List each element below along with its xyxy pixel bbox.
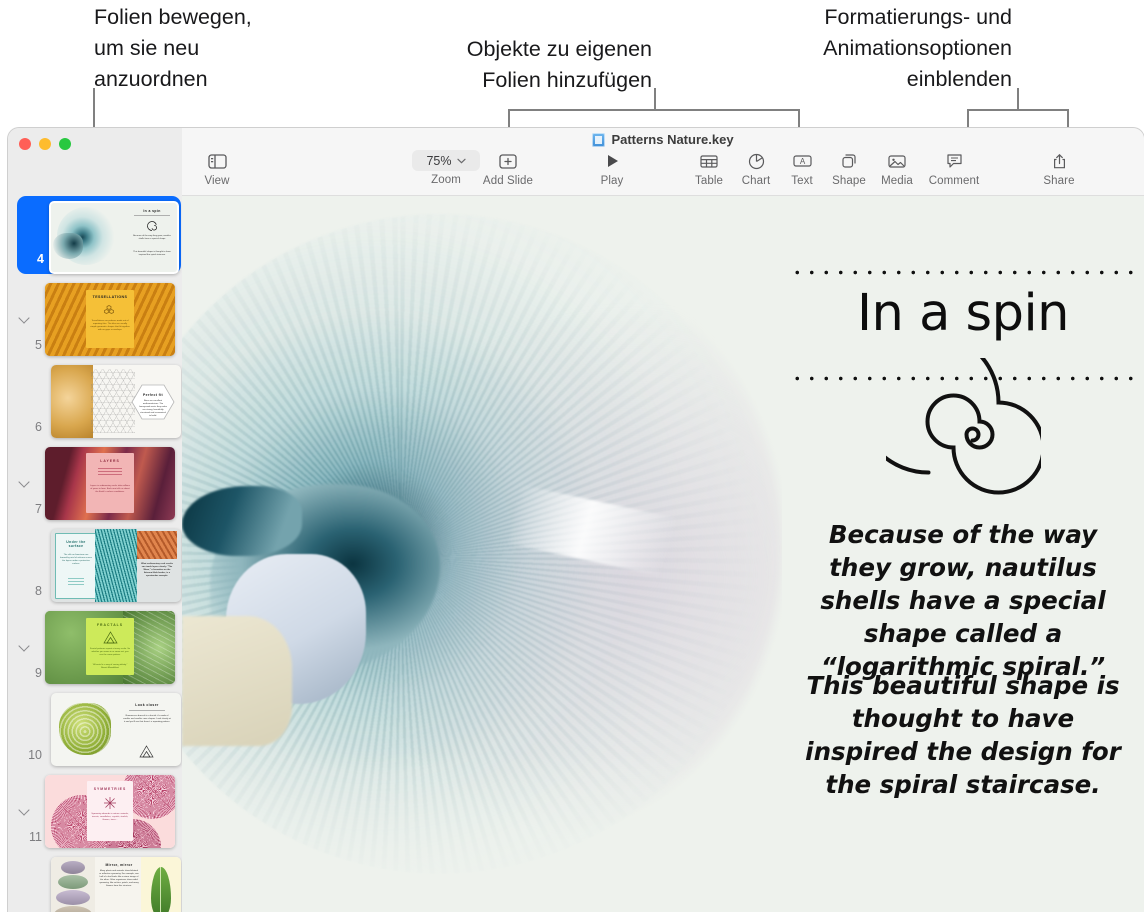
slide-number: 6 [16, 420, 42, 434]
toolbar-play-button[interactable]: Play [577, 150, 647, 187]
document-title: Patterns Nature.key [611, 132, 733, 147]
toolbar-zoom-control[interactable]: 75% Zoom [409, 150, 483, 186]
slide-thumbnail[interactable]: LAYERS Layers in sedimentary rocks take … [45, 447, 175, 520]
window-title-bar: Patterns Nature.key [182, 132, 1144, 147]
navigator-slide-7[interactable]: 7 LAYERS Layers in sedimentary rocks tak… [8, 444, 182, 526]
toolbar-view-button[interactable]: View [182, 150, 252, 187]
toolbar-label: View [204, 175, 229, 187]
toolbar-label: Table [695, 175, 723, 187]
toolbar-comment-button[interactable]: Comment [919, 150, 989, 187]
current-slide[interactable]: In a spin Because of the way they grow, … [182, 196, 1144, 912]
navigator-slide-8[interactable]: 8 Under thesurface The sills on limeston… [8, 526, 182, 608]
speech-bubble-icon [946, 150, 963, 172]
slide-body-paragraph-2[interactable]: This beautiful shape is thought to have … [796, 669, 1130, 801]
slide-number: 5 [16, 338, 42, 352]
slide-title[interactable]: In a spin [782, 286, 1144, 342]
navigator-slide-12[interactable]: Mirror, mirror Many plants and animals s… [8, 854, 182, 912]
bracket-format-animate [967, 109, 1069, 129]
slide-thumbnail[interactable]: SYMMETRIES Symmetry abounds in nature: a… [45, 775, 175, 848]
minimize-button[interactable] [39, 138, 51, 150]
dotted-divider-top [790, 270, 1138, 275]
slide-thumbnail[interactable]: Look closer Romanesco broccoli is a frac… [51, 693, 181, 766]
keynote-window: 4 In a spin [8, 128, 1144, 912]
slide-thumbnail[interactable]: FRACTALS Fractal patterns repeat at ever… [45, 611, 175, 684]
slide-thumbnail[interactable]: Mirror, mirror Many plants and animals s… [51, 857, 181, 912]
shapes-icon [841, 150, 858, 172]
slide-thumbnail[interactable]: Under thesurface The sills on limestone … [51, 529, 181, 602]
slide-thumbnail[interactable]: Perfect fit Bees are excellent mathemati… [51, 365, 181, 438]
leader-line-format-animate [1017, 88, 1019, 110]
share-upload-icon [1052, 150, 1067, 172]
play-triangle-icon [605, 150, 620, 172]
nautilus-shell-photo[interactable] [182, 196, 782, 912]
slide-text-column[interactable]: In a spin Because of the way they grow, … [782, 196, 1144, 912]
navigator-slide-4[interactable]: 4 In a spin [8, 196, 182, 278]
toolbar-label: Share [1043, 175, 1074, 187]
toolbar-format-button[interactable]: Format [1131, 150, 1144, 187]
navigator-slide-5[interactable]: 5 TESSELLATIONS Tessellations are patter… [8, 280, 182, 362]
toolbar-label: Zoom [431, 174, 461, 186]
slide-number: 9 [16, 666, 42, 680]
slide-navigator[interactable]: 4 In a spin [8, 128, 182, 912]
zoom-value: 75% [426, 154, 451, 168]
toolbar-label: Text [791, 175, 813, 187]
navigator-slide-10[interactable]: 10 Look closer Romanesco broccoli is a f… [8, 690, 182, 772]
chevron-down-icon[interactable] [18, 312, 32, 326]
thumb-title: In a spin [131, 209, 173, 213]
svg-text:A: A [799, 157, 805, 166]
slide-number: 7 [16, 502, 42, 516]
slide-thumbnail[interactable]: TESSELLATIONS Tessellations are patterns… [45, 283, 175, 356]
toolbar-label: Add Slide [483, 175, 533, 187]
close-button[interactable] [19, 138, 31, 150]
bracket-add-objects [508, 109, 800, 129]
callout-format-animate: Formatierungs- und Animationsoptionen ei… [700, 2, 1012, 95]
slide-number: 10 [12, 748, 42, 762]
chevron-down-icon [457, 158, 466, 164]
toolbar-share-button[interactable]: Share [1024, 150, 1094, 187]
text-box-icon: A [793, 150, 812, 172]
callout-reorder-slides: Folien bewegen, um sie neu anzuordnen [94, 2, 252, 95]
navigator-slide-6[interactable]: 6 Perfect fit Bees are excellent mathema… [8, 362, 182, 444]
navigator-slide-11[interactable]: 11 SYMMETRIES Symmetry [8, 772, 182, 854]
chevron-down-icon[interactable] [18, 640, 32, 654]
slide-thumbnail[interactable]: In a spin Because of the way they grow, … [49, 201, 179, 274]
leader-line-add-objects [654, 88, 656, 110]
toolbar-label: Play [601, 175, 624, 187]
slide-canvas[interactable]: In a spin Because of the way they grow, … [182, 196, 1144, 912]
slide-number: 8 [16, 584, 42, 598]
photo-icon [888, 150, 906, 172]
zoom-value-pill[interactable]: 75% [412, 150, 480, 171]
toolbar-label: Media [881, 175, 913, 187]
zoom-button[interactable] [59, 138, 71, 150]
pie-chart-icon [748, 150, 765, 172]
toolbar-label: Shape [832, 175, 866, 187]
toolbar-label: Comment [929, 175, 980, 187]
chevron-down-icon[interactable] [18, 804, 32, 818]
slide-number: 4 [18, 252, 44, 266]
table-grid-icon [700, 150, 718, 172]
chevron-down-icon[interactable] [18, 476, 32, 490]
slide-body-paragraph-1[interactable]: Because of the way they grow, nautilus s… [796, 518, 1130, 683]
window-controls[interactable] [19, 138, 71, 150]
callout-add-objects: Objekte zu eigenen Folien hinzufügen [352, 34, 652, 96]
sidebar-icon [208, 150, 227, 172]
logarithmic-spiral-shape[interactable] [886, 358, 1041, 518]
toolbar: Patterns Nature.key View 75% Zoom [182, 128, 1144, 196]
keynote-document-icon [592, 133, 605, 147]
navigator-slide-9[interactable]: 9 FRACTALS Fractal patterns repeat at ev… [8, 608, 182, 690]
slide-number: 11 [12, 830, 42, 844]
toolbar-add-slide-button[interactable]: Add Slide [473, 150, 543, 187]
plus-box-icon [499, 150, 517, 172]
